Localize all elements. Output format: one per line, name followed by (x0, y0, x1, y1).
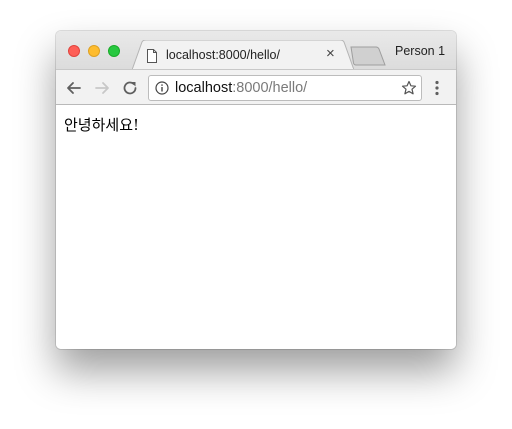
address-bar[interactable]: localhost:8000/hello/ (148, 75, 422, 101)
new-tab-button[interactable] (350, 46, 386, 66)
browser-window: localhost:8000/hello/ × Person 1 localho… (56, 31, 456, 349)
url-host: localhost (175, 80, 233, 96)
close-tab-icon[interactable]: × (326, 46, 335, 62)
info-icon[interactable] (155, 81, 169, 95)
page-content: 안녕하세요! (56, 105, 456, 349)
page-greeting-text: 안녕하세요! (64, 116, 140, 134)
minimize-window-button[interactable] (88, 45, 100, 57)
star-icon[interactable] (401, 80, 417, 96)
title-bar: localhost:8000/hello/ × Person 1 (56, 31, 456, 70)
url-text[interactable]: localhost:8000/hello/ (175, 80, 307, 97)
kebab-menu-icon[interactable] (428, 79, 446, 97)
page-icon (147, 49, 157, 63)
back-arrow-icon[interactable] (64, 78, 84, 98)
maximize-window-button[interactable] (108, 45, 120, 57)
tab-title: localhost:8000/hello/ (166, 48, 280, 62)
close-window-button[interactable] (68, 45, 80, 57)
forward-arrow-icon[interactable] (92, 78, 112, 98)
url-path: :8000/hello/ (232, 80, 308, 96)
reload-icon[interactable] (120, 78, 140, 98)
browser-toolbar: localhost:8000/hello/ (56, 69, 456, 105)
profile-button[interactable]: Person 1 (395, 43, 445, 59)
tab-active[interactable]: localhost:8000/hello/ × (132, 40, 354, 70)
